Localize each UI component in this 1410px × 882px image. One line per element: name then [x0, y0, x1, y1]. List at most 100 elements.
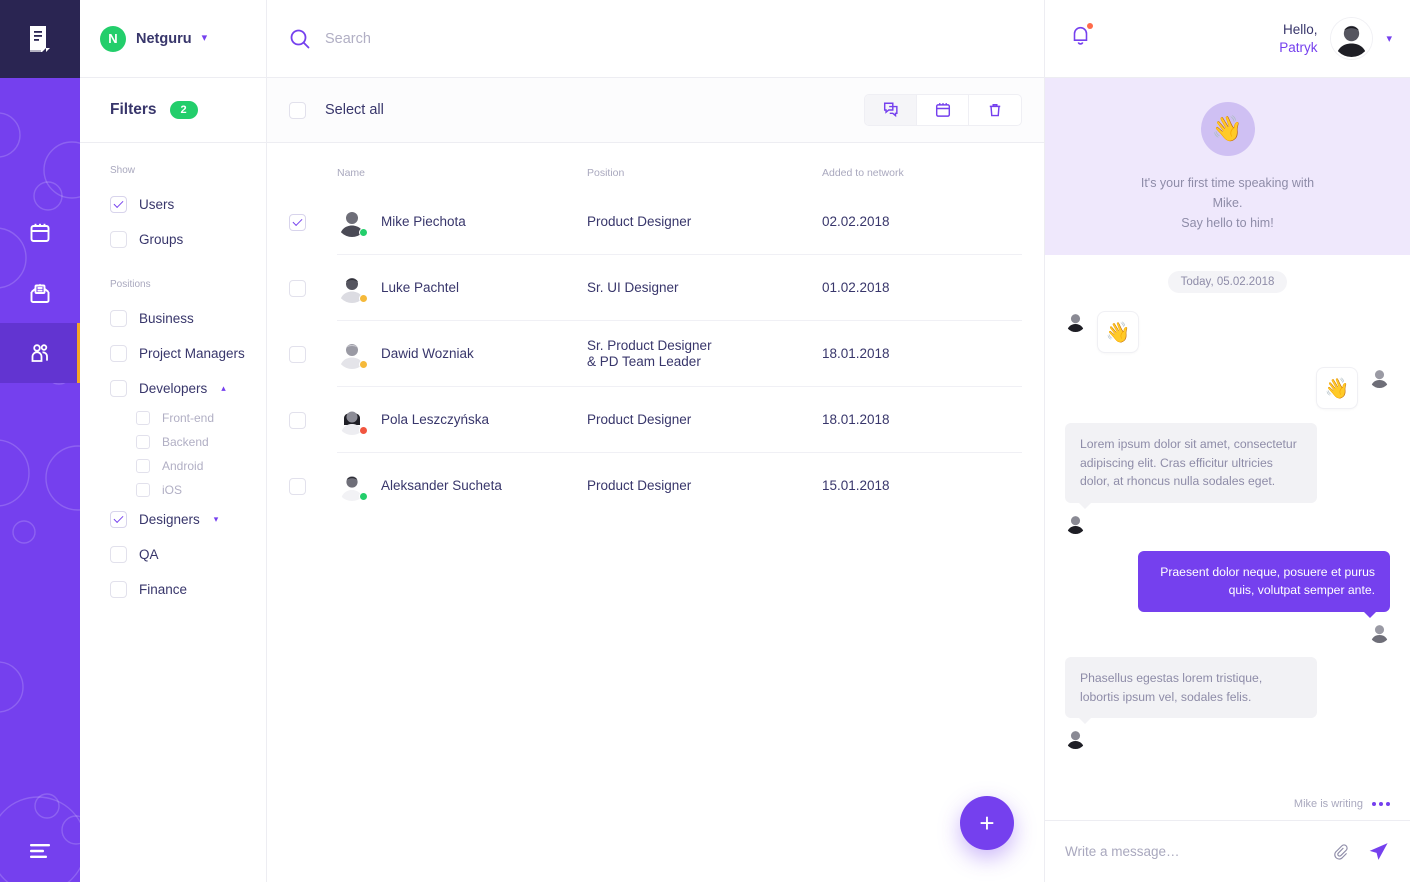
status-dot — [359, 492, 368, 501]
typing-indicator: Mike is writing — [1294, 798, 1390, 810]
row-checkbox-cell[interactable] — [289, 453, 337, 519]
wave-emoji-icon: 👋 — [1200, 102, 1255, 156]
day-separator-label: Today, 05.02.2018 — [1167, 271, 1288, 294]
filter-project-managers[interactable]: Project Managers — [110, 336, 266, 371]
table-row[interactable]: Dawid Wozniak Sr. Product Designer & PD … — [289, 321, 1022, 387]
filter-groups-label: Groups — [139, 232, 184, 247]
row-added: 02.02.2018 — [822, 213, 890, 229]
select-all-control[interactable]: Select all — [289, 101, 384, 119]
table-row[interactable]: Pola Leszczyńska Product Designer 18.01.… — [289, 387, 1022, 453]
checkbox-row-4[interactable] — [289, 477, 306, 495]
avatar — [1065, 512, 1086, 534]
filter-business-label: Business — [139, 311, 194, 326]
checkbox-row-1[interactable] — [289, 279, 306, 297]
calendar-icon — [30, 223, 50, 242]
notifications-button[interactable] — [1069, 23, 1093, 53]
chat-intro: 👋 It's your first time speaking with Mik… — [1045, 78, 1410, 256]
row-checkbox-cell[interactable] — [289, 321, 337, 387]
checkbox-qa[interactable] — [110, 546, 127, 563]
calendar-icon — [935, 103, 950, 117]
main-content: Select all — [267, 0, 1045, 882]
add-button[interactable]: + — [960, 796, 1014, 850]
action-message-button[interactable] — [865, 95, 917, 125]
checkbox-users[interactable] — [110, 196, 127, 213]
table-header-row: Name Position Added to network — [289, 143, 1022, 189]
checkbox-business[interactable] — [110, 310, 127, 327]
checkbox-groups[interactable] — [110, 231, 127, 248]
status-dot — [359, 359, 368, 369]
checkbox-front-end[interactable] — [136, 411, 150, 425]
search-input[interactable] — [325, 30, 725, 47]
filter-ios[interactable]: iOS — [110, 478, 266, 502]
filters-header: Filters 2 — [80, 78, 266, 143]
chat-message-avatar — [1065, 621, 1390, 643]
action-delete-button[interactable] — [969, 95, 1021, 125]
row-checkbox-cell[interactable] — [289, 387, 337, 453]
typing-dots-icon — [1372, 802, 1390, 806]
left-nav-rail — [0, 0, 80, 882]
table-row[interactable]: Aleksander Sucheta Product Designer 15.0… — [289, 453, 1022, 519]
rail-item-people[interactable] — [0, 323, 80, 383]
avatar — [1065, 728, 1086, 750]
chat-message-me-1: Praesent dolor neque, posuere et purus q… — [1065, 550, 1390, 643]
selection-toolbar: Select all — [267, 78, 1044, 143]
row-checkbox-cell[interactable] — [289, 255, 337, 321]
filter-finance[interactable]: Finance — [110, 572, 266, 607]
chevron-down-icon[interactable]: ▾ — [214, 514, 219, 525]
row-position-cell: Product Designer — [587, 189, 822, 255]
table-row[interactable]: Mike Piechota Product Designer 02.02.201… — [289, 189, 1022, 255]
avatar — [1369, 367, 1390, 389]
filter-designers[interactable]: Designers ▾ — [110, 502, 266, 537]
chevron-down-icon: ▾ — [201, 32, 208, 44]
select-all-label: Select all — [325, 102, 384, 118]
checkbox-row-0[interactable] — [289, 213, 306, 231]
filter-android[interactable]: Android — [110, 454, 266, 478]
filter-qa[interactable]: QA — [110, 537, 266, 572]
filter-ios-label: iOS — [162, 483, 183, 497]
people-table: Name Position Added to network Mike Piec… — [267, 143, 1044, 882]
chat-bubble-text: Praesent dolor neque, posuere et purus q… — [1138, 550, 1390, 619]
search-icon[interactable] — [289, 28, 311, 50]
checkbox-backend[interactable] — [136, 435, 150, 449]
search-bar — [267, 0, 1044, 78]
rail-item-inbox[interactable] — [0, 263, 80, 323]
workspace-switcher[interactable]: N Netguru ▾ — [80, 0, 266, 78]
chat-messages[interactable]: Today, 05.02.2018 👋 👋 Lorem ipsum dolor … — [1045, 255, 1410, 820]
filter-users[interactable]: Users — [110, 187, 266, 222]
checkbox-select-all[interactable] — [289, 101, 306, 119]
checkbox-finance[interactable] — [110, 581, 127, 598]
filter-backend[interactable]: Backend — [110, 430, 266, 454]
message-input[interactable] — [1065, 844, 1314, 859]
checkbox-project-managers[interactable] — [110, 345, 127, 362]
top-header: Hello, Patryk ▾ — [1045, 0, 1410, 78]
chevron-up-icon[interactable]: ▴ — [221, 383, 226, 394]
checkbox-android[interactable] — [136, 459, 150, 473]
checkbox-row-2[interactable] — [289, 345, 306, 363]
action-schedule-button[interactable] — [917, 95, 969, 125]
chat-icon — [883, 102, 898, 118]
filter-qa-label: QA — [139, 547, 159, 562]
chat-bubble-text: Lorem ipsum dolor sit amet, consectetur … — [1065, 423, 1317, 509]
paperclip-icon[interactable] — [1330, 841, 1351, 862]
checkbox-row-3[interactable] — [289, 411, 306, 429]
send-icon[interactable] — [1367, 840, 1390, 863]
filter-front-end[interactable]: Front-end — [110, 406, 266, 430]
chat-panel: Mike Piechota Now active ✕ 👋 It's your f… — [1045, 0, 1410, 882]
app-logo[interactable] — [0, 0, 80, 78]
filter-developers[interactable]: Developers ▴ — [110, 371, 266, 406]
chevron-down-icon[interactable]: ▾ — [1386, 32, 1392, 45]
filter-groups[interactable]: Groups — [110, 222, 266, 257]
avatar[interactable] — [1331, 18, 1373, 59]
checkbox-designers[interactable] — [110, 511, 127, 528]
positions-group-label: Positions — [110, 279, 151, 290]
avatar-image — [1065, 728, 1086, 750]
row-position: Product Designer — [587, 411, 692, 427]
checkbox-developers[interactable] — [110, 380, 127, 397]
row-checkbox-cell[interactable] — [289, 189, 337, 255]
rail-menu-button[interactable] — [0, 842, 80, 860]
menu-list-icon — [30, 844, 50, 858]
rail-item-calendar[interactable] — [0, 203, 80, 263]
table-row[interactable]: Luke Pachtel Sr. UI Designer 01.02.2018 — [289, 255, 1022, 321]
checkbox-ios[interactable] — [136, 483, 150, 497]
filter-business[interactable]: Business — [110, 301, 266, 336]
